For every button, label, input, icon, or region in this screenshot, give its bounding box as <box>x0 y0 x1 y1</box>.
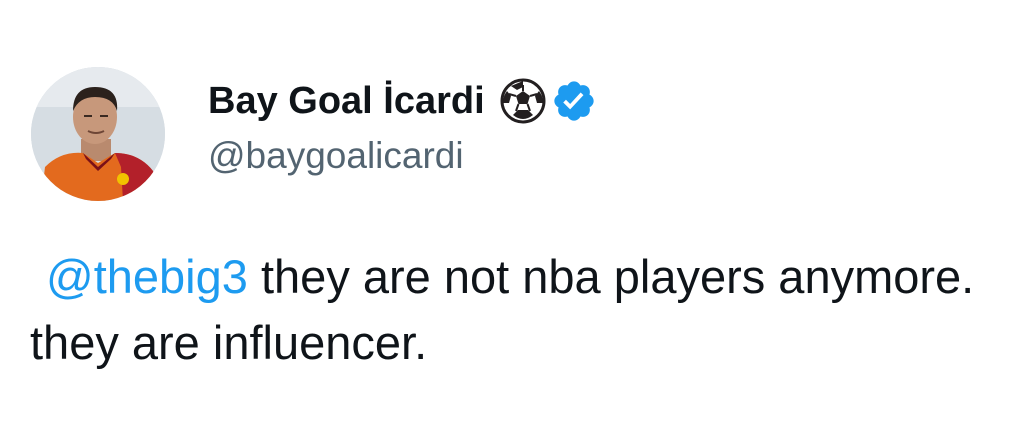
author-avatar[interactable] <box>31 67 165 201</box>
author-name-row: Bay Goal İcardi <box>208 72 597 130</box>
tweet-header: Bay Goal İcardi @baygoalicardi <box>208 72 597 177</box>
soccer-ball-icon <box>499 77 547 125</box>
profile-photo-icon <box>31 67 165 201</box>
author-handle[interactable]: @baygoalicardi <box>208 135 597 177</box>
tweet-body: @thebig3 they are not nba players anymor… <box>30 244 990 376</box>
mention-link[interactable]: @thebig3 <box>46 250 248 303</box>
author-display-name[interactable]: Bay Goal İcardi <box>208 80 485 123</box>
tweet-card: Bay Goal İcardi @baygoalicardi @thebig3 … <box>0 0 1024 448</box>
verified-badge-icon <box>551 78 597 124</box>
